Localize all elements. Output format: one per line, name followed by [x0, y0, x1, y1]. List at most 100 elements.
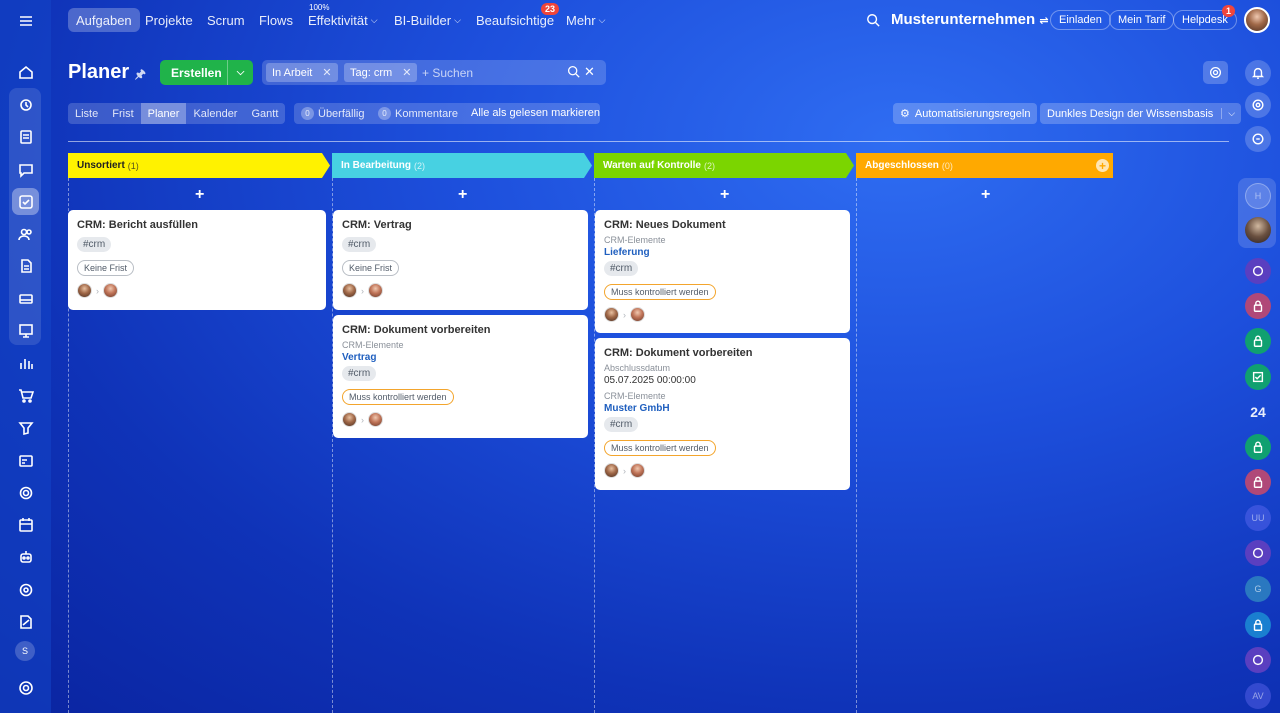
task-card[interactable]: CRM: Dokument vorbereiten CRM-Elemente V…: [333, 315, 588, 438]
tasks-icon[interactable]: [12, 188, 39, 215]
chat-icon[interactable]: [12, 156, 39, 183]
support-icon[interactable]: [12, 479, 39, 506]
task-title[interactable]: CRM: Dokument vorbereiten: [342, 324, 579, 336]
docs-icon[interactable]: [12, 123, 39, 150]
settings-icon[interactable]: [12, 674, 39, 701]
chat-avatar-uu[interactable]: UU: [1245, 505, 1271, 531]
chat-avatar-h[interactable]: H: [1245, 183, 1271, 209]
avatar[interactable]: [77, 283, 92, 298]
menu-icon[interactable]: [12, 7, 39, 34]
deadline-badge[interactable]: Keine Frist: [77, 260, 135, 276]
search-icon[interactable]: [866, 13, 880, 32]
chat-search-icon[interactable]: [1245, 126, 1271, 152]
status-badge[interactable]: Muss kontrolliert werden: [342, 389, 454, 405]
avatar[interactable]: [604, 463, 619, 478]
lock-icon[interactable]: [1245, 293, 1271, 319]
search-icon[interactable]: [567, 65, 580, 83]
crm-link[interactable]: Muster GmbH: [604, 403, 841, 414]
tag-chip[interactable]: #crm: [342, 366, 377, 381]
column-header-warten-auf-kontrolle[interactable]: Warten auf Kontrolle (2): [594, 153, 854, 178]
channel-icon[interactable]: [1245, 258, 1271, 284]
add-column-button[interactable]: +: [1096, 159, 1109, 173]
cart-icon[interactable]: [12, 382, 39, 409]
settings-button[interactable]: [1203, 61, 1228, 84]
bell-icon[interactable]: [1245, 60, 1271, 86]
nav-mehr[interactable]: Mehr ⌵: [558, 8, 613, 32]
clear-icon[interactable]: ✕: [584, 64, 595, 80]
crm-link[interactable]: Vertrag: [342, 352, 579, 363]
tab-planer[interactable]: Planer: [140, 103, 187, 124]
search-filter-bar[interactable]: In Arbeit ✕ Tag: crm ✕ + Suchen ✕: [262, 60, 606, 85]
target-icon[interactable]: [12, 576, 39, 603]
nav-scrum[interactable]: Scrum: [199, 8, 253, 32]
tab-liste[interactable]: Liste: [68, 103, 105, 124]
design-select[interactable]: Dunkles Design der Wissensbasis ⌵: [1040, 103, 1242, 124]
status-badge[interactable]: Muss kontrolliert werden: [604, 440, 716, 456]
avatar[interactable]: [368, 412, 383, 427]
lock-icon[interactable]: [1245, 469, 1271, 495]
chat-avatar-g[interactable]: G: [1245, 576, 1271, 602]
tag-chip[interactable]: #crm: [342, 237, 377, 252]
bitrix24-icon[interactable]: 24: [1245, 399, 1271, 425]
tag-chip[interactable]: #crm: [604, 261, 639, 276]
column-header-abgeschlossen[interactable]: Abgeschlossen (0): [856, 153, 1113, 178]
crm-link[interactable]: Lieferung: [604, 247, 841, 258]
task-card[interactable]: CRM: Vertrag #crm Keine Frist ›: [333, 210, 588, 310]
task-title[interactable]: CRM: Vertrag: [342, 219, 579, 231]
tab-gantt[interactable]: Gantt: [244, 103, 285, 124]
column-header-in-bearbeitung[interactable]: In Bearbeitung (2): [332, 153, 592, 178]
filter-chip-tag-crm[interactable]: Tag: crm ✕: [344, 63, 418, 82]
plan-button[interactable]: Mein Tarif: [1109, 10, 1175, 30]
close-icon[interactable]: ✕: [402, 66, 411, 79]
sign-icon[interactable]: [12, 608, 39, 635]
users-icon[interactable]: [12, 220, 39, 247]
home-icon[interactable]: [12, 58, 39, 85]
pin-icon[interactable]: 🖈: [135, 67, 146, 81]
channel-icon[interactable]: [1245, 540, 1271, 566]
calendar-icon[interactable]: [12, 511, 39, 538]
nav-projekte[interactable]: Projekte: [137, 8, 201, 32]
avatar[interactable]: [604, 307, 619, 322]
chevron-down-icon[interactable]: ⌵: [227, 60, 253, 85]
comments-counter[interactable]: 0 Kommentare: [378, 107, 458, 120]
mark-all-read-link[interactable]: Alle als gelesen markieren: [471, 107, 600, 119]
lock-icon[interactable]: [1245, 434, 1271, 460]
card-icon[interactable]: [12, 447, 39, 474]
close-icon[interactable]: ✕: [322, 66, 331, 79]
presentation-icon[interactable]: [12, 317, 39, 344]
add-task-button[interactable]: +: [195, 186, 204, 204]
automation-rules-button[interactable]: ⚙ Automatisierungsregeln: [893, 103, 1038, 124]
inbox-icon[interactable]: [12, 285, 39, 312]
avatar[interactable]: [103, 283, 118, 298]
add-task-button[interactable]: +: [720, 186, 729, 204]
column-header-unsortiert[interactable]: Unsortiert (1): [68, 153, 330, 178]
task-card[interactable]: CRM: Bericht ausfüllen #crm Keine Frist …: [68, 210, 326, 310]
avatar[interactable]: [630, 307, 645, 322]
file-icon[interactable]: [12, 252, 39, 279]
filter-chip-in-arbeit[interactable]: In Arbeit ✕: [266, 63, 338, 82]
analytics-icon[interactable]: [12, 349, 39, 376]
invite-button[interactable]: Einladen: [1050, 10, 1111, 30]
nav-flows[interactable]: Flows: [251, 8, 301, 32]
status-badge[interactable]: Muss kontrolliert werden: [604, 284, 716, 300]
task-title[interactable]: CRM: Neues Dokument: [604, 219, 841, 231]
avatar[interactable]: [342, 283, 357, 298]
overdue-counter[interactable]: 0 Überfällig: [301, 107, 364, 120]
deadline-badge[interactable]: Keine Frist: [342, 260, 400, 276]
funnel-icon[interactable]: [12, 414, 39, 441]
task-title[interactable]: CRM: Dokument vorbereiten: [604, 347, 841, 359]
add-task-button[interactable]: +: [981, 186, 990, 204]
lock-icon[interactable]: [1245, 328, 1271, 354]
avatar[interactable]: [342, 412, 357, 427]
sidebar-user-s[interactable]: S: [15, 641, 35, 661]
create-button[interactable]: Erstellen ⌵: [160, 60, 253, 85]
lock-icon[interactable]: [1245, 612, 1271, 638]
nav-bi-builder[interactable]: BI-Builder ⌵: [386, 8, 469, 32]
at-icon[interactable]: [1245, 92, 1271, 118]
chat-avatar-av[interactable]: AV: [1245, 683, 1271, 709]
task-card[interactable]: CRM: Neues Dokument CRM-Elemente Lieferu…: [595, 210, 850, 333]
tab-frist[interactable]: Frist: [105, 103, 140, 124]
add-task-button[interactable]: +: [458, 186, 467, 204]
avatar[interactable]: [630, 463, 645, 478]
avatar[interactable]: [368, 283, 383, 298]
